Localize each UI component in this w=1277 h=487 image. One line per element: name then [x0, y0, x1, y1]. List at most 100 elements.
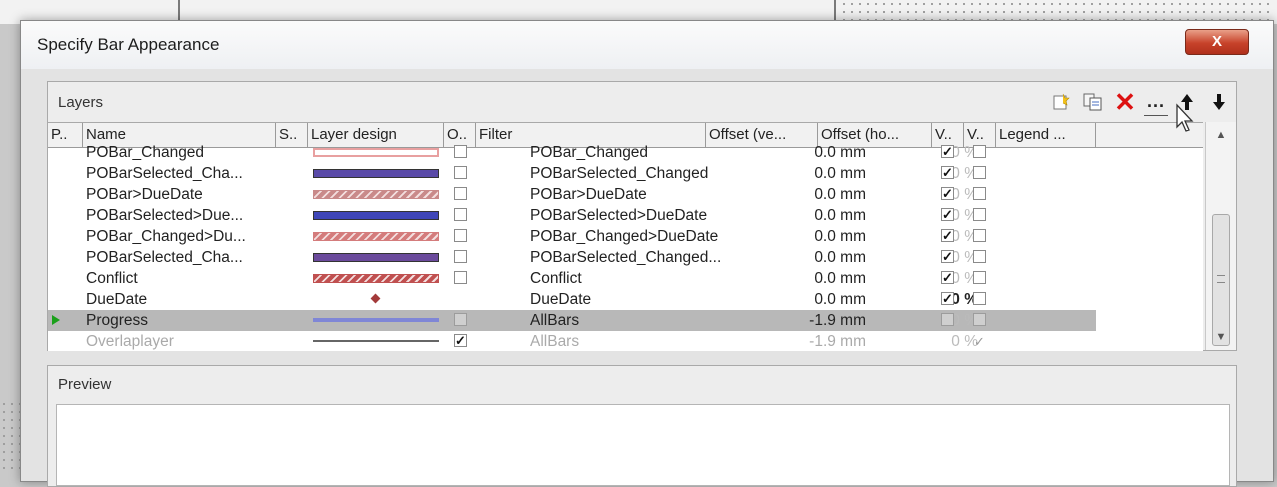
- layer-name: DueDate: [86, 291, 148, 308]
- offset-vertical-value: 0.0 mm: [814, 186, 866, 203]
- layer-design-swatch: [313, 253, 439, 262]
- overlap-checkbox[interactable]: ✓: [454, 334, 467, 347]
- offset-horizontal-value: 0 %: [951, 249, 978, 266]
- visible-checkbox[interactable]: ✓: [941, 187, 954, 200]
- grip-icon: [1217, 275, 1225, 283]
- overlap-checkbox[interactable]: [454, 145, 467, 158]
- specify-bar-appearance-dialog: Specify Bar Appearance X Layers ✕ ... P.…: [20, 20, 1274, 487]
- offset-horizontal-value: 0 %: [951, 312, 978, 329]
- mouse-cursor-icon: [1176, 103, 1194, 132]
- filter-value: AllBars: [530, 312, 580, 329]
- current-row-arrow-icon: [52, 315, 60, 325]
- overlap-checkbox[interactable]: [454, 250, 467, 263]
- filter-value: POBar_Changed: [530, 144, 649, 161]
- offset-vertical-value: 0.0 mm: [814, 228, 866, 245]
- table-row[interactable]: Overlaplayer ✓ AllBars -1.9 mm 0 % ✓: [48, 331, 1203, 351]
- layer-name: POBarSelected_Cha...: [86, 165, 243, 182]
- filter-value: AllBars: [530, 333, 580, 350]
- layer-name: POBar_Changed: [86, 144, 205, 161]
- offset-vertical-value: 0.0 mm: [814, 165, 866, 182]
- layer-design-swatch: [370, 293, 381, 304]
- offset-vertical-value: 0.0 mm: [814, 249, 866, 266]
- layer-design-swatch: [313, 340, 439, 342]
- filter-value: POBarSelected_Changed: [530, 165, 709, 182]
- visible-in-legend-checkbox[interactable]: [973, 145, 986, 158]
- offset-horizontal-value: 0 %: [951, 228, 978, 245]
- background-divider: [178, 0, 180, 20]
- layer-name: POBar_Changed>Du...: [86, 228, 246, 245]
- offset-horizontal-value: 0 %: [951, 144, 978, 161]
- filter-value: POBar_Changed>DueDate: [530, 228, 719, 245]
- visible-in-legend-checkbox[interactable]: [973, 313, 986, 326]
- visible-checkbox[interactable]: ✓: [941, 250, 954, 263]
- table-row[interactable]: POBarSelected>Due... POBarSelected>DueDat…: [48, 205, 1203, 226]
- layers-label: Layers: [58, 94, 104, 111]
- offset-vertical-value: 0.0 mm: [814, 291, 866, 308]
- table-row[interactable]: DueDate DueDate 0.0 mm 0 % ✓: [48, 289, 1203, 310]
- layer-name: POBarSelected>Due...: [86, 207, 244, 224]
- visible-in-legend-checkbox[interactable]: [973, 187, 986, 200]
- layer-design-swatch: [313, 190, 439, 199]
- table-row[interactable]: POBar_Changed POBar_Changed 0.0 mm 0 % ✓: [48, 142, 1203, 163]
- table-row[interactable]: POBar>DueDate POBar>DueDate 0.0 mm 0 % ✓: [48, 184, 1203, 205]
- overlap-checkbox[interactable]: [454, 166, 467, 179]
- visible-checkbox[interactable]: ✓: [941, 229, 954, 242]
- overlap-checkbox[interactable]: [454, 208, 467, 221]
- more-options-button[interactable]: ...: [1144, 89, 1168, 116]
- scrollbar-thumb[interactable]: [1212, 214, 1230, 346]
- layer-design-swatch: [313, 232, 439, 241]
- delete-layer-icon[interactable]: ✕: [1112, 87, 1138, 117]
- vertical-scrollbar[interactable]: ▲ ▼: [1205, 122, 1236, 350]
- visible-in-legend-checkbox[interactable]: [973, 229, 986, 242]
- background-dot-grid: [840, 0, 1270, 20]
- visible-checkbox[interactable]: [941, 313, 954, 326]
- scroll-up-icon[interactable]: ▲: [1206, 126, 1236, 144]
- filter-value: Conflict: [530, 270, 582, 287]
- offset-horizontal-value: 0 %: [951, 165, 978, 182]
- layer-design-swatch: [313, 148, 439, 157]
- layer-design-swatch: [313, 274, 439, 283]
- dialog-title: Specify Bar Appearance: [37, 35, 220, 54]
- visible-in-legend-checkbox[interactable]: [973, 166, 986, 179]
- visible-checkbox[interactable]: ✓: [941, 271, 954, 284]
- filter-value: DueDate: [530, 291, 592, 308]
- layers-panel: Layers ✕ ... P.. Name S.. Layer design O…: [47, 81, 1237, 351]
- layer-design-swatch: [313, 169, 439, 178]
- offset-horizontal-value: 0 %: [951, 291, 978, 308]
- table-row[interactable]: POBarSelected_Cha... POBarSelected_Change…: [48, 163, 1203, 184]
- offset-vertical-value: -1.9 mm: [809, 312, 866, 329]
- table-row[interactable]: POBarSelected_Cha... POBarSelected_Change…: [48, 247, 1203, 268]
- visible-checkbox[interactable]: ✓: [941, 208, 954, 221]
- overlap-checkbox[interactable]: [454, 313, 467, 326]
- table-row[interactable]: POBar_Changed>Du... POBar_Changed>DueDate…: [48, 226, 1203, 247]
- visible-in-legend-checkbox[interactable]: [973, 292, 986, 305]
- close-button[interactable]: X: [1185, 29, 1249, 55]
- offset-horizontal-value: 0 %: [951, 270, 978, 287]
- overlap-checkbox[interactable]: [454, 271, 467, 284]
- visible-checkbox[interactable]: ✓: [941, 145, 954, 158]
- table-row[interactable]: Progress AllBars -1.9 mm 0 %: [48, 310, 1096, 331]
- title-bar[interactable]: Specify Bar Appearance X: [21, 21, 1273, 69]
- layers-grid: P.. Name S.. Layer design O.. Filter Off…: [48, 122, 1203, 351]
- offset-vertical-value: 0.0 mm: [814, 144, 866, 161]
- visible-in-legend-checkbox[interactable]: [973, 271, 986, 284]
- visible-checkbox[interactable]: ✓: [941, 166, 954, 179]
- filter-value: POBar>DueDate: [530, 186, 647, 203]
- new-layer-icon[interactable]: [1048, 89, 1074, 115]
- visible-in-legend-checkbox[interactable]: [973, 250, 986, 263]
- filter-value: POBarSelected>DueDate: [530, 207, 708, 224]
- overlap-checkbox[interactable]: [454, 187, 467, 200]
- background-divider: [834, 0, 836, 20]
- copy-layer-icon[interactable]: [1080, 89, 1106, 115]
- overlap-checkbox[interactable]: [454, 229, 467, 242]
- layers-toolbar: ✕ ...: [1048, 87, 1232, 117]
- table-row[interactable]: Conflict Conflict 0.0 mm 0 % ✓: [48, 268, 1203, 289]
- layer-name: POBar>DueDate: [86, 186, 203, 203]
- layer-name: POBarSelected_Cha...: [86, 249, 243, 266]
- visible-in-legend-checkbox[interactable]: [973, 208, 986, 221]
- layer-design-swatch: [313, 211, 439, 220]
- offset-horizontal-value: 0 %: [951, 333, 978, 350]
- scroll-down-icon[interactable]: ▼: [1206, 328, 1236, 346]
- move-down-icon[interactable]: [1206, 89, 1232, 115]
- visible-checkbox[interactable]: ✓: [941, 292, 954, 305]
